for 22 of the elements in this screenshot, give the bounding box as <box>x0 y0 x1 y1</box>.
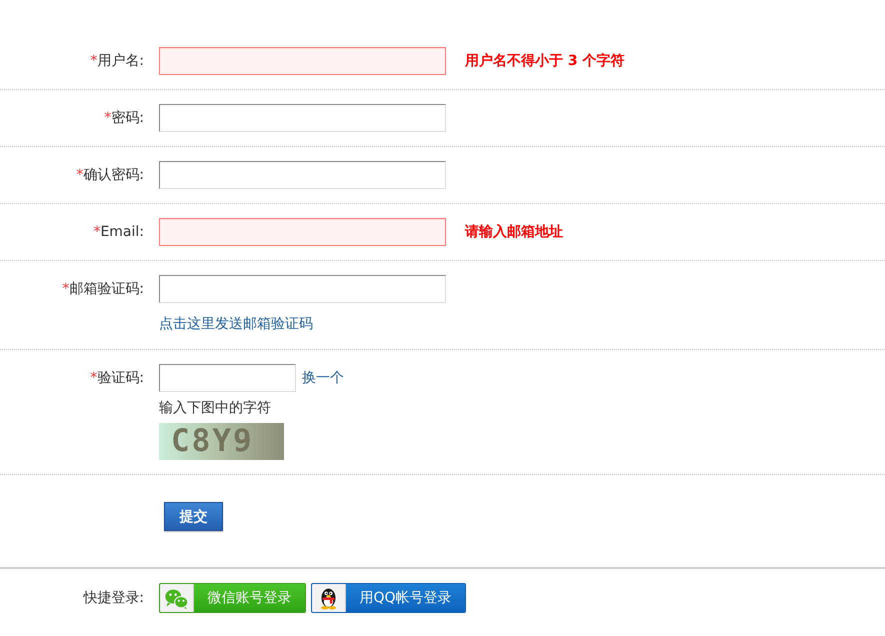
field-label: *用户名: <box>89 52 144 71</box>
field-label: *密码: <box>103 109 144 128</box>
wechat-login-button[interactable]: 微信账号登录 <box>159 583 306 613</box>
submit-button[interactable]: 提交 <box>164 502 223 531</box>
captcha-field[interactable] <box>159 364 296 392</box>
input-field[interactable] <box>159 161 446 189</box>
refresh-captcha-link[interactable]: 换一个 <box>302 369 344 387</box>
captcha-hint: 输入下图中的字符 <box>159 399 271 418</box>
captcha-image: C8Y9 <box>159 423 284 460</box>
input-field[interactable] <box>159 104 446 132</box>
input-field[interactable] <box>159 47 446 75</box>
field-label: *确认密码: <box>75 166 144 185</box>
field-label: *验证码: <box>89 369 144 388</box>
send-code-link[interactable]: 点击这里发送邮箱验证码 <box>159 313 313 335</box>
error-message: 请输入邮箱地址 <box>465 223 563 241</box>
quick-login-label: 快捷登录: <box>82 589 144 608</box>
error-message: 用户名不得小于 3 个字符 <box>465 52 624 70</box>
input-field[interactable] <box>159 218 446 246</box>
input-field[interactable] <box>159 275 446 303</box>
field-label: *Email: <box>92 223 144 242</box>
field-label: *邮箱验证码: <box>61 280 144 299</box>
qq-login-button[interactable]: 用QQ帐号登录 <box>311 583 466 613</box>
